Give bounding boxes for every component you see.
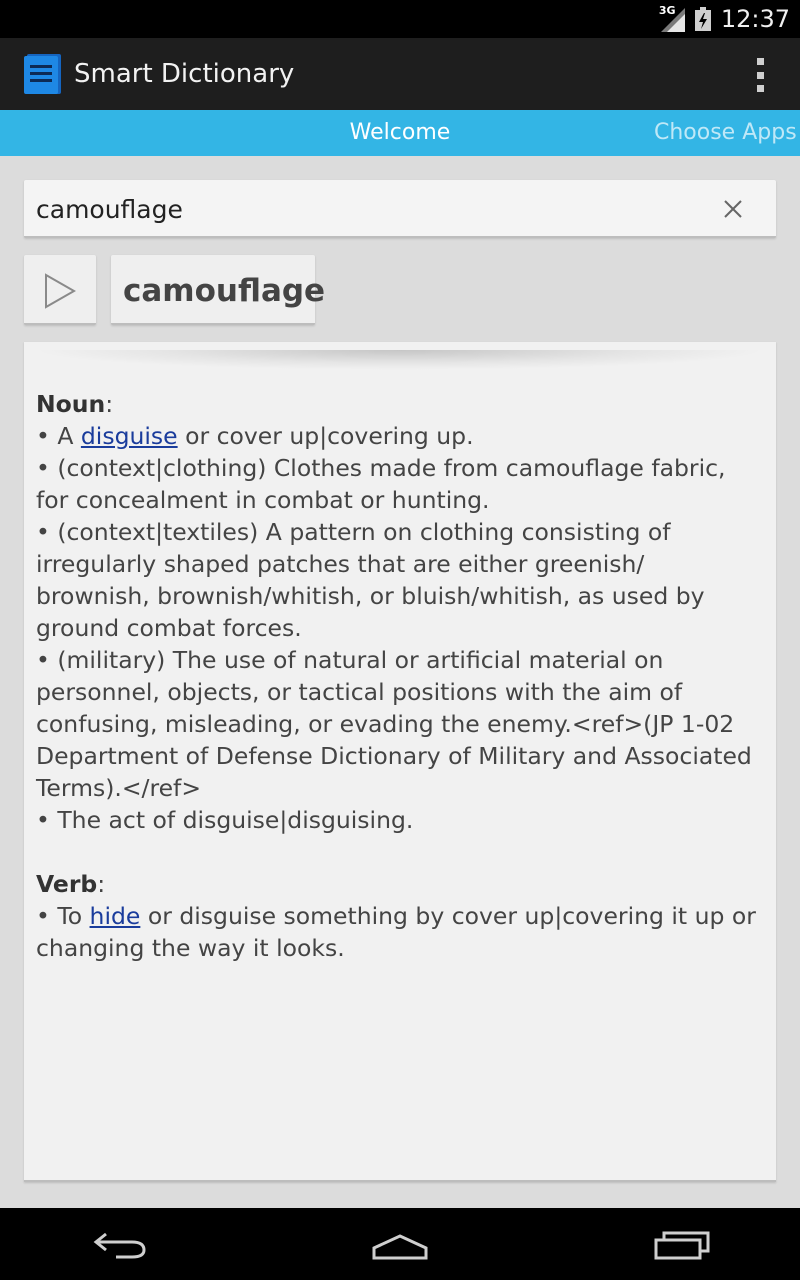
play-pronunciation-button[interactable] [24, 255, 96, 325]
navigation-bar [0, 1208, 800, 1280]
definition-item: • (context|textiles) A pattern on clothi… [36, 518, 705, 642]
status-icons: 3G 12:37 [659, 0, 790, 38]
tab-choose-apps[interactable]: Choose Apps [654, 110, 797, 156]
definition-item: • To hide or disguise something by cover… [36, 902, 756, 962]
app-title: Smart Dictionary [74, 59, 295, 89]
definition-text: Noun: • A disguise or cover up|covering … [36, 388, 764, 964]
definition-item: • (context|clothing) Clothes made from c… [36, 454, 726, 514]
verb-heading: Verb: [36, 870, 106, 898]
back-icon[interactable] [92, 1230, 148, 1264]
overflow-menu-icon[interactable] [750, 58, 770, 92]
home-icon[interactable] [370, 1232, 430, 1264]
word-label-button[interactable]: camouflage [111, 255, 325, 325]
tab-strip: Welcome Choose Apps [0, 110, 800, 156]
action-bar: Smart Dictionary [0, 38, 800, 110]
link-hide[interactable]: hide [90, 902, 141, 930]
app-logo-icon [24, 53, 62, 95]
search-input[interactable] [36, 180, 696, 238]
clear-icon[interactable] [720, 196, 746, 222]
battery-icon [694, 7, 711, 31]
status-bar: 3G 12:37 [0, 0, 800, 38]
play-icon [45, 273, 77, 309]
recent-apps-icon[interactable] [654, 1230, 710, 1264]
definition-panel: Noun: • A disguise or cover up|covering … [24, 342, 776, 1182]
definition-item: • (military) The use of natural or artif… [36, 646, 752, 802]
clock: 12:37 [720, 5, 790, 33]
noun-heading: Noun: [36, 390, 114, 418]
definition-item: • The act of disguise|disguising. [36, 806, 414, 834]
link-disguise[interactable]: disguise [81, 422, 178, 450]
search-box [24, 180, 776, 238]
signal-icon: 3G [659, 4, 685, 32]
definition-item: • A disguise or cover up|covering up. [36, 422, 474, 450]
panel-divider [32, 350, 768, 370]
